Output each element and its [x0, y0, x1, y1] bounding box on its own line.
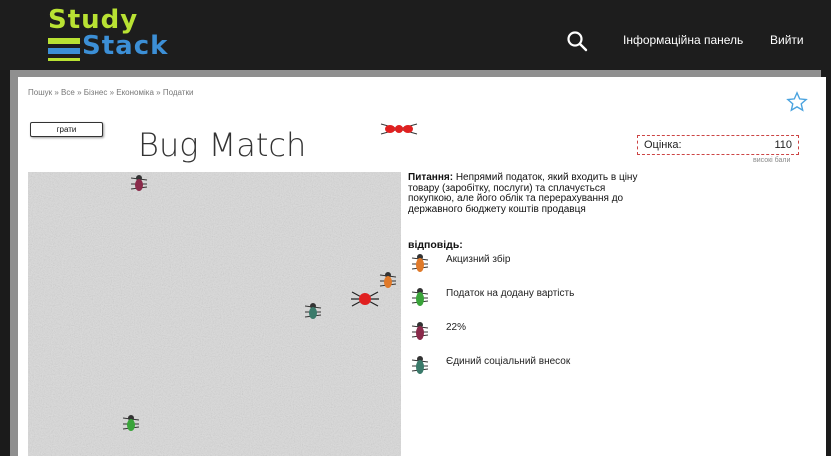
favorite-star-icon[interactable]: [786, 91, 808, 113]
answer-item[interactable]: Податок на додану вартість: [408, 285, 708, 315]
breadcrumb: Пошук » Все » Бізнес » Економіка » Подат…: [28, 88, 193, 97]
sand-texture: [28, 172, 401, 456]
breadcrumb-separator: »: [77, 88, 82, 97]
breadcrumb-item[interactable]: Пошук: [28, 88, 52, 97]
logo-study: Study: [48, 5, 139, 35]
nav-logout-link[interactable]: Вийти: [770, 33, 804, 47]
logo-stack: Stack: [82, 31, 169, 61]
answers-panel: відповідь: Акцизний збір Податок на дода…: [408, 239, 708, 374]
breadcrumb-separator: »: [156, 88, 161, 97]
answer-item[interactable]: Єдиний соціальний внесок: [408, 353, 708, 383]
bug-teal-icon: [411, 356, 429, 374]
answer-item[interactable]: 22%: [408, 319, 708, 349]
question-panel: Питання: Непрямий податок, який входить …: [408, 172, 648, 215]
nav-dashboard-link[interactable]: Інформаційна панель: [623, 33, 743, 47]
answer-text: 22%: [446, 322, 467, 333]
breadcrumb-separator: »: [54, 88, 59, 97]
answer-item[interactable]: Акцизний збір: [408, 251, 708, 281]
question-prefix: Питання:: [408, 172, 454, 183]
answer-text: Єдиний соціальний внесок: [446, 356, 571, 367]
game-field[interactable]: [28, 172, 401, 456]
logo-stripe: [48, 58, 80, 61]
top-bar: Study Stack Інформаційна панель Вийти: [0, 0, 831, 70]
main-content: Пошук » Все » Бізнес » Економіка » Подат…: [18, 77, 826, 456]
bug-field-2[interactable]: [378, 269, 398, 291]
score-box: Оцінка: 110: [637, 135, 799, 155]
logo-stripe: [48, 38, 80, 44]
bug-orange-icon: [411, 254, 429, 272]
bug-field-3[interactable]: [303, 300, 323, 322]
bug-field-1[interactable]: [129, 172, 149, 194]
score-label: Оцінка:: [644, 139, 682, 151]
red-bug-field[interactable]: [350, 288, 380, 310]
breadcrumb-separator: »: [109, 88, 115, 97]
answer-text: Податок на додану вартість: [446, 288, 575, 299]
breadcrumb-item[interactable]: Економіка: [116, 88, 154, 97]
search-icon[interactable]: [566, 30, 588, 52]
high-score-link[interactable]: високі бали: [753, 157, 790, 164]
bug-maroon-icon: [411, 322, 429, 340]
play-button[interactable]: грати: [30, 122, 103, 137]
breadcrumb-item[interactable]: Бізнес: [84, 88, 108, 97]
logo-stripe: [48, 48, 80, 54]
game-title: Bug Match: [138, 126, 307, 164]
bug-green-icon: [411, 288, 429, 306]
breadcrumb-item[interactable]: Податки: [163, 88, 194, 97]
score-value: 110: [774, 139, 792, 151]
breadcrumb-item[interactable]: Все: [61, 88, 75, 97]
red-bug-icon: [380, 123, 418, 135]
studystack-logo[interactable]: Study Stack: [48, 6, 173, 64]
answer-text: Акцизний збір: [446, 254, 511, 265]
answers-header: відповідь:: [408, 239, 463, 251]
bug-field-4[interactable]: [121, 412, 141, 434]
